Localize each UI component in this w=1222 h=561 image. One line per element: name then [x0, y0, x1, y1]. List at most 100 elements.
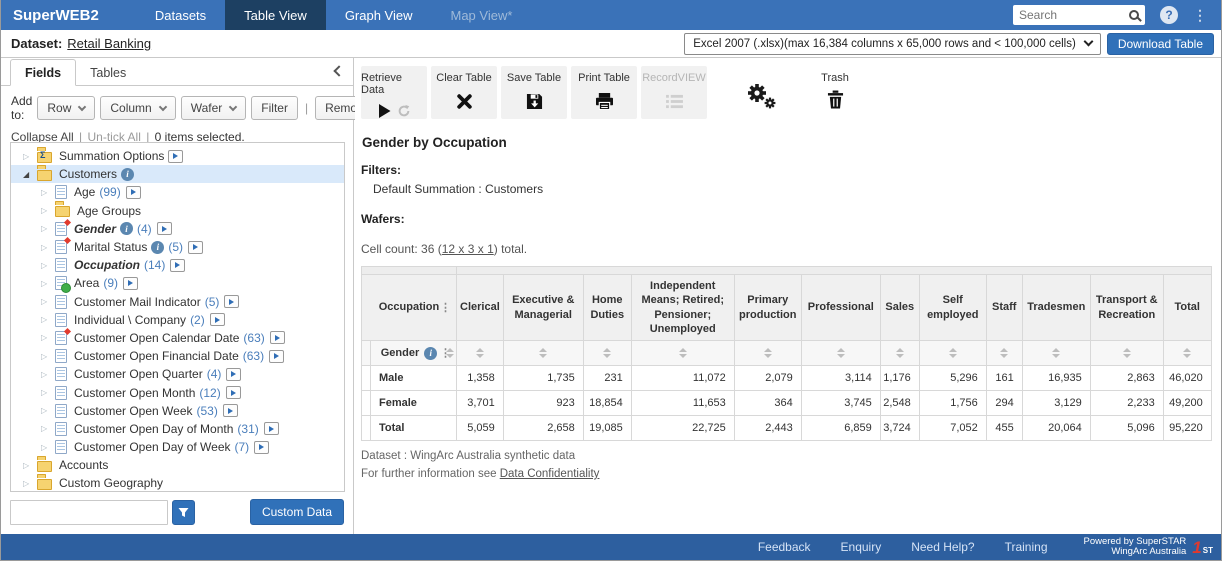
tree-item-customer-open-quarter[interactable]: ▷ Customer Open Quarter (4) [11, 365, 344, 383]
info-icon[interactable]: i [120, 222, 133, 235]
expand-icon[interactable]: ▷ [41, 388, 55, 397]
sort-icon[interactable] [1123, 348, 1131, 358]
recordview-button[interactable]: RecordVIEW [641, 66, 707, 119]
search-icon[interactable] [1129, 10, 1139, 20]
expand-icon[interactable]: ▷ [41, 188, 55, 197]
row-label[interactable]: Female [371, 391, 457, 416]
column-header[interactable]: Primary production [734, 275, 801, 341]
expand-icon[interactable]: ▷ [41, 315, 55, 324]
column-header[interactable]: Transport & Recreation [1090, 275, 1163, 341]
enquiry-link[interactable]: Enquiry [841, 540, 882, 554]
field-arrow-button[interactable] [223, 404, 238, 417]
column-header[interactable]: Professional [801, 275, 880, 341]
tree-item-marital-status[interactable]: ▷ Marital Status i (5) [11, 238, 344, 256]
tree-item-customer-open-day-of-week[interactable]: ▷ Customer Open Day of Week (7) [11, 438, 344, 456]
column-header[interactable]: Independent Means; Retired; Pensioner; U… [631, 275, 734, 341]
column-header[interactable]: Sales [880, 275, 919, 341]
expand-icon[interactable]: ▷ [41, 333, 55, 342]
field-filter-button[interactable] [172, 500, 195, 525]
expand-icon[interactable]: ▷ [41, 279, 55, 288]
field-arrow-button[interactable] [226, 368, 241, 381]
tree-item-area[interactable]: ▷ Area (9) [11, 274, 344, 292]
info-icon[interactable]: i [121, 168, 134, 181]
table-options-button[interactable] [733, 66, 789, 109]
tree-item-customer-mail-indicator[interactable]: ▷ Customer Mail Indicator (5) [11, 293, 344, 311]
expand-icon[interactable]: ▷ [41, 297, 55, 306]
search-input[interactable] [1019, 8, 1119, 22]
training-link[interactable]: Training [1005, 540, 1048, 554]
sort-icon[interactable] [949, 348, 957, 358]
tab-fields[interactable]: Fields [10, 59, 76, 86]
nav-tab-table-view[interactable]: Table View [225, 0, 326, 30]
export-format-select[interactable]: Excel 2007 (.xlsx)(max 16,384 columns x … [684, 33, 1101, 55]
column-header[interactable]: Clerical [457, 275, 504, 341]
field-arrow-button[interactable] [226, 386, 241, 399]
need-help-link[interactable]: Need Help? [911, 540, 974, 554]
overflow-menu-icon[interactable]: ⋮ [1193, 7, 1207, 24]
kebab-menu-icon[interactable]: ⋮ [440, 347, 451, 360]
field-arrow-button[interactable] [254, 441, 269, 454]
sort-icon[interactable] [1183, 348, 1191, 358]
column-header[interactable]: Staff [986, 275, 1022, 341]
expand-icon[interactable]: ▷ [41, 261, 55, 270]
sort-icon[interactable] [837, 348, 845, 358]
sort-icon[interactable] [764, 348, 772, 358]
expand-icon[interactable]: ▷ [41, 406, 55, 415]
add-to-wafer-button[interactable]: Wafer [181, 96, 247, 120]
field-arrow-button[interactable] [188, 241, 203, 254]
tree-item-age-groups[interactable]: ▷ Age Groups [11, 202, 344, 220]
sort-icon[interactable] [679, 348, 687, 358]
trash-button[interactable]: Trash [807, 66, 863, 109]
tree-item-customer-open-month[interactable]: ▷ Customer Open Month (12) [11, 383, 344, 401]
field-arrow-button[interactable] [269, 350, 284, 363]
retrieve-data-button[interactable]: Retrieve Data [361, 66, 427, 119]
nav-tab-datasets[interactable]: Datasets [136, 0, 225, 30]
field-arrow-button[interactable] [123, 277, 138, 290]
tree-item-age[interactable]: ▷ Age (99) [11, 183, 344, 201]
field-arrow-button[interactable] [210, 313, 225, 326]
field-arrow-button[interactable] [224, 295, 239, 308]
add-to-column-button[interactable]: Column [100, 96, 175, 120]
nav-tab-map-view[interactable]: Map View* [432, 0, 532, 30]
tree-item-summation-options[interactable]: ▷ Summation Options [11, 147, 344, 165]
expand-icon[interactable]: ▷ [23, 152, 37, 161]
expand-icon[interactable]: ▷ [41, 243, 55, 252]
custom-data-button[interactable]: Custom Data [250, 499, 344, 525]
nav-tab-graph-view[interactable]: Graph View [326, 0, 432, 30]
sort-icon[interactable] [603, 348, 611, 358]
field-arrow-button[interactable] [126, 186, 141, 199]
expand-icon[interactable]: ▷ [41, 206, 55, 215]
field-search-input[interactable] [10, 500, 168, 525]
dataset-link[interactable]: Retail Banking [67, 36, 151, 51]
tree-item-customer-open-week[interactable]: ▷ Customer Open Week (53) [11, 402, 344, 420]
tab-tables[interactable]: Tables [76, 60, 140, 85]
sort-icon[interactable] [476, 348, 484, 358]
add-to-row-button[interactable]: Row [37, 96, 95, 120]
row-dimension-header[interactable]: Gender i ⋮ [371, 341, 457, 366]
column-header[interactable]: Home Duties [583, 275, 631, 341]
expand-icon[interactable]: ▷ [41, 370, 55, 379]
field-arrow-button[interactable] [270, 331, 285, 344]
column-dimension-header[interactable]: Occupation ⋮ [362, 275, 457, 341]
info-icon[interactable]: i [151, 241, 164, 254]
sort-icon[interactable] [1052, 348, 1060, 358]
tree-item-individual-company[interactable]: ▷ Individual \ Company (2) [11, 311, 344, 329]
cell-count-link[interactable]: 12 x 3 x 1 [442, 242, 494, 256]
field-arrow-button[interactable] [157, 222, 172, 235]
tree-item-accounts[interactable]: ▷ Accounts [11, 456, 344, 474]
tree-item-custom-geography[interactable]: ▷ Custom Geography [11, 474, 344, 492]
sort-icon[interactable] [896, 348, 904, 358]
expand-icon[interactable]: ▷ [41, 443, 55, 452]
tree-item-customer-open-financial-date[interactable]: ▷ Customer Open Financial Date (63) [11, 347, 344, 365]
expand-icon[interactable]: ▷ [23, 461, 37, 470]
add-to-filter-button[interactable]: Filter [251, 96, 298, 120]
row-label[interactable]: Male [371, 366, 457, 391]
tree-item-customer-open-day-of-month[interactable]: ▷ Customer Open Day of Month (31) [11, 420, 344, 438]
tree-item-gender[interactable]: ▷ Gender i (4) [11, 220, 344, 238]
field-arrow-button[interactable] [170, 259, 185, 272]
info-icon[interactable]: i [424, 347, 437, 360]
tree-item-customer-open-calendar-date[interactable]: ▷ Customer Open Calendar Date (63) [11, 329, 344, 347]
tree-item-customers[interactable]: ◢ Customers i [11, 165, 344, 183]
tree-item-occupation[interactable]: ▷ Occupation (14) [11, 256, 344, 274]
data-confidentiality-link[interactable]: Data Confidentiality [500, 468, 600, 480]
